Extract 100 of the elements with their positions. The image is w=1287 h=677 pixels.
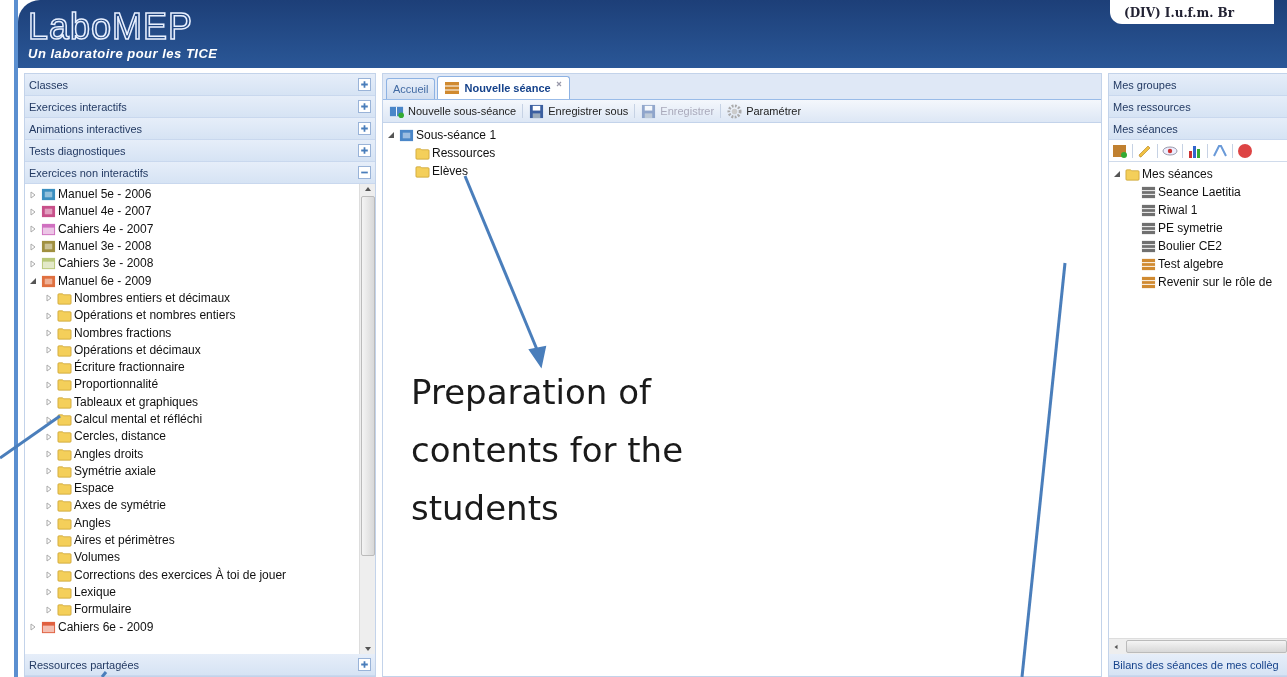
section-header[interactable]: Exercices interactifs <box>25 96 375 118</box>
collapsed-arrow-icon[interactable] <box>45 605 53 614</box>
collapsed-arrow-icon[interactable] <box>45 346 53 355</box>
section-header[interactable]: Tests diagnostiques <box>25 140 375 162</box>
section-header[interactable]: Mes ressources <box>1109 96 1287 118</box>
section-header[interactable]: Ressources partagées <box>25 654 375 676</box>
tree-item[interactable]: Manuel 5e - 2006 <box>58 187 152 203</box>
tree-item[interactable]: PE symetrie <box>1158 220 1223 236</box>
tree-item[interactable]: Cahiers 6e - 2009 <box>58 619 154 635</box>
tab[interactable]: Accueil <box>386 78 436 99</box>
collapsed-arrow-icon[interactable] <box>45 588 53 597</box>
scrollbar[interactable] <box>359 184 375 654</box>
section-header[interactable]: Exercices non interactifs <box>25 162 375 184</box>
folder-icon <box>415 145 430 161</box>
toolbar-button[interactable]: Paramétrer <box>725 103 804 119</box>
tree-item[interactable]: Écriture fractionnaire <box>74 360 185 376</box>
tree-item[interactable]: Corrections des exercices À toi de jouer <box>74 567 287 583</box>
tree-item[interactable]: Opérations et nombres entiers <box>74 308 236 324</box>
expand-icon[interactable] <box>358 122 371 135</box>
collapsed-arrow-icon[interactable] <box>45 311 53 320</box>
expand-icon[interactable] <box>358 144 371 157</box>
scroll-left-icon[interactable] <box>1112 643 1120 650</box>
expanded-arrow-icon[interactable] <box>1113 170 1121 178</box>
tree-item[interactable]: Revenir sur le rôle de <box>1158 274 1273 290</box>
scrollbar[interactable] <box>1109 638 1287 654</box>
floppy-icon <box>529 103 545 119</box>
tree-item[interactable]: Opérations et décimaux <box>74 342 201 358</box>
expanded-arrow-icon[interactable] <box>29 277 37 286</box>
tree-item[interactable]: Aires et périmètres <box>74 533 175 549</box>
tree-item[interactable]: Angles <box>74 515 111 531</box>
tree-item[interactable]: Axes de symétrie <box>74 498 167 514</box>
collapse-icon[interactable] <box>358 166 371 179</box>
collapsed-arrow-icon[interactable] <box>45 432 53 441</box>
scroll-down-icon[interactable] <box>363 646 372 652</box>
tree-item[interactable]: Nombres fractions <box>74 325 172 341</box>
collapsed-arrow-icon[interactable] <box>29 225 37 234</box>
collapsed-arrow-icon[interactable] <box>45 398 53 407</box>
toolbar-button[interactable]: Nouvelle sous-séance <box>387 103 519 119</box>
collapsed-arrow-icon[interactable] <box>45 329 53 337</box>
collapsed-arrow-icon[interactable] <box>45 502 53 510</box>
collapsed-arrow-icon[interactable] <box>45 519 53 528</box>
tree-item[interactable]: Symétrie axiale <box>74 463 157 479</box>
section-header[interactable]: Bilans des séances de mes collèg <box>1109 654 1287 676</box>
toolbar-button[interactable]: Enregistrer sous <box>527 103 631 119</box>
tree-item[interactable]: Proportionnalité <box>74 377 159 393</box>
tree-item[interactable]: Mes séances <box>1142 166 1213 182</box>
collapsed-arrow-icon[interactable] <box>45 553 53 562</box>
collapsed-arrow-icon[interactable] <box>45 484 53 493</box>
scroll-up-icon[interactable] <box>363 186 372 192</box>
section-header[interactable]: Mes groupes <box>1109 74 1287 96</box>
tree-item[interactable]: Boulier CE2 <box>1158 238 1223 254</box>
tree-item[interactable]: Seance Laetitia <box>1158 184 1241 200</box>
tree-item[interactable]: Riwal 1 <box>1158 202 1198 218</box>
folder-icon <box>57 290 72 306</box>
section-header[interactable]: Mes séances <box>1109 118 1287 140</box>
collapsed-arrow-icon[interactable] <box>45 363 53 372</box>
tree-item[interactable]: Test algebre <box>1158 256 1224 272</box>
section-header[interactable]: Animations interactives <box>25 118 375 140</box>
tree-item[interactable]: Manuel 3e - 2008 <box>58 239 152 255</box>
tree-item[interactable]: Sous-séance 1 <box>416 127 497 143</box>
tree-item[interactable]: Tableaux et graphiques <box>74 394 199 410</box>
collapsed-arrow-icon[interactable] <box>45 450 53 459</box>
tree-item[interactable]: Angles droits <box>74 446 144 462</box>
tree-item[interactable]: Calcul mental et réfléchi <box>74 412 203 427</box>
expand-icon[interactable] <box>358 658 371 671</box>
collapsed-arrow-icon[interactable] <box>45 571 53 580</box>
collapsed-arrow-icon[interactable] <box>45 380 53 389</box>
tree-item[interactable]: Manuel 6e - 2009 <box>58 273 152 289</box>
folder-icon <box>57 429 72 445</box>
collapsed-arrow-icon[interactable] <box>29 242 37 251</box>
expanded-arrow-icon[interactable] <box>387 131 395 139</box>
tagline: Un laboratoire pour les TICE <box>28 46 218 61</box>
tree-item[interactable]: Nombres entiers et décimaux <box>74 290 231 306</box>
tree-item[interactable]: Elèves <box>432 163 469 179</box>
chest-icon[interactable] <box>1112 142 1128 159</box>
folder-icon <box>57 550 72 566</box>
collapsed-arrow-icon[interactable] <box>29 259 37 268</box>
tree-item[interactable]: Formulaire <box>74 602 132 618</box>
section-header[interactable]: Classes <box>25 74 375 96</box>
collapsed-arrow-icon[interactable] <box>29 623 37 632</box>
expand-icon[interactable] <box>358 78 371 91</box>
expand-icon[interactable] <box>358 100 371 113</box>
collapsed-arrow-icon[interactable] <box>45 467 53 476</box>
close-icon[interactable] <box>554 80 563 88</box>
tree-item[interactable]: Ressources <box>432 145 496 161</box>
collapsed-arrow-icon[interactable] <box>45 415 53 424</box>
collapsed-arrow-icon[interactable] <box>29 190 37 199</box>
collapsed-arrow-icon[interactable] <box>45 294 53 303</box>
tree-item[interactable]: Manuel 4e - 2007 <box>58 204 152 220</box>
collapsed-arrow-icon[interactable] <box>45 536 53 545</box>
tree-item[interactable]: Cercles, distance <box>74 429 167 445</box>
tree-item[interactable]: Cahiers 4e - 2007 <box>58 221 154 237</box>
tree-item[interactable]: Espace <box>74 481 115 497</box>
tree-item[interactable]: Volumes <box>74 550 121 566</box>
tab[interactable]: Nouvelle séance <box>437 76 570 99</box>
folder-icon <box>57 481 72 497</box>
tree-item[interactable]: Cahiers 3e - 2008 <box>58 256 154 272</box>
tree-item[interactable]: Lexique <box>74 584 117 600</box>
folder-icon <box>57 463 72 479</box>
collapsed-arrow-icon[interactable] <box>29 207 37 216</box>
